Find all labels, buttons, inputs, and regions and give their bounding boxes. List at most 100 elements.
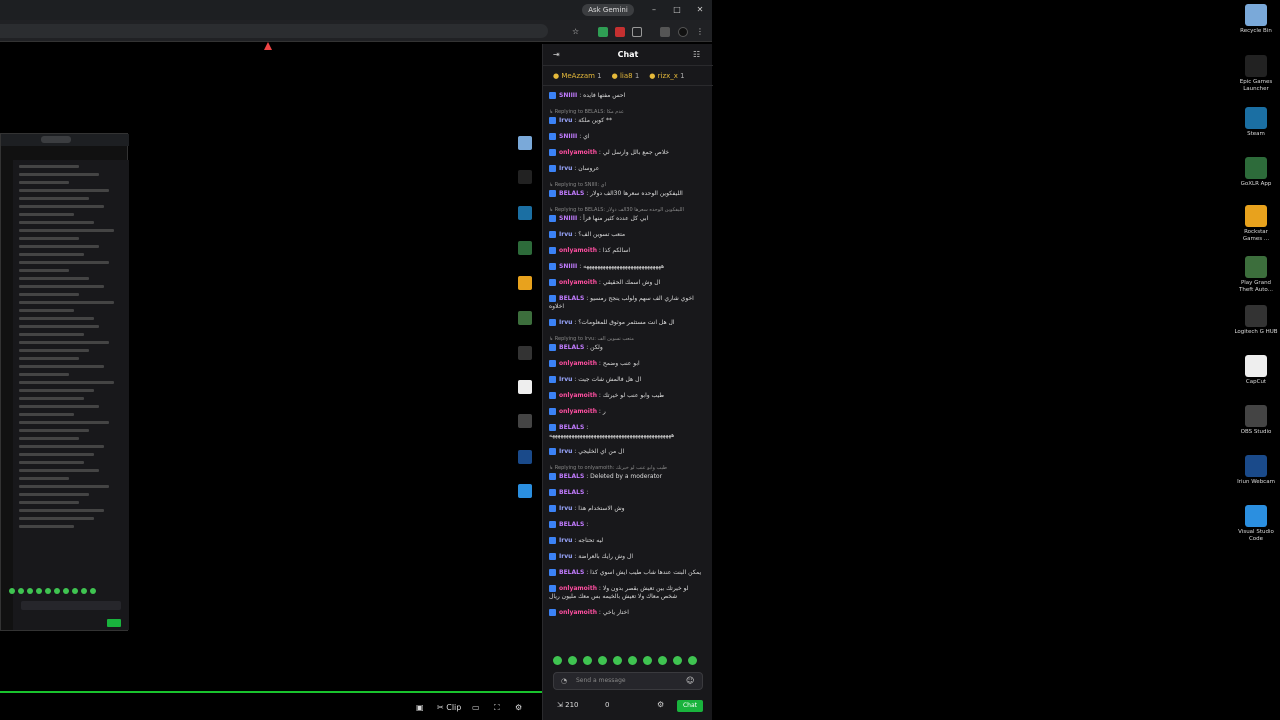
chat-users-icon[interactable]: ☷	[693, 50, 700, 59]
desktop-shortcut[interactable]: GoXLR App	[1234, 157, 1278, 188]
chat-username[interactable]: Irvu	[559, 117, 572, 124]
chat-message[interactable]: onlyamoith : اسالكم كذا	[549, 247, 705, 255]
chat-message[interactable]: Irvu : ليه تحتاجه	[549, 537, 705, 545]
chat-message[interactable]: SNIIII : اي	[549, 133, 705, 141]
chat-message[interactable]: Irvu : ال هل انت مستثمر موثوق للمعلومات؟	[549, 319, 705, 327]
emote-picker-icon[interactable]: ☺	[686, 676, 694, 685]
desktop-shortcut[interactable]: Epic Games Launcher	[1234, 55, 1278, 93]
chat-username[interactable]: BELALS	[559, 473, 584, 480]
chat-username[interactable]: SNIIII	[559, 263, 577, 270]
chat-settings-icon[interactable]: ◔	[561, 677, 567, 685]
chat-username[interactable]: BELALS	[559, 489, 584, 496]
emote-icon[interactable]	[613, 656, 622, 665]
chat-username[interactable]: Irvu	[559, 376, 572, 383]
emote-icon[interactable]	[553, 656, 562, 665]
chat-username[interactable]: onlyamoith	[559, 392, 597, 399]
desktop-shortcut[interactable]: Play Grand Theft Auto...	[1234, 256, 1278, 294]
emote-icon[interactable]	[583, 656, 592, 665]
desktop-shortcut[interactable]: Iriun Webcam	[1234, 455, 1278, 486]
chat-message[interactable]: BELALS : يمكن البنت عندها شاب طيب ايش اس…	[549, 569, 705, 577]
chat-username[interactable]: Irvu	[559, 553, 572, 560]
desktop-shortcut[interactable]: OBS Studio	[1234, 405, 1278, 436]
chat-message[interactable]: Irvu : ال وش رايك بالعراضة	[549, 553, 705, 561]
ask-gemini-button[interactable]: Ask Gemini	[582, 4, 634, 16]
chat-message[interactable]: onlyamoith : ابو عنب وضمح	[549, 360, 705, 368]
desktop-shortcut[interactable]: Steam	[1234, 107, 1278, 138]
desktop-shortcut[interactable]: Visual Studio Code	[1234, 505, 1278, 543]
desktop-shortcut[interactable]: Recycle Bin	[1234, 4, 1278, 35]
chat-username[interactable]: SNIIII	[559, 133, 577, 140]
chat-message[interactable]: Irvu : ال هل فالمش شات جيت	[549, 376, 705, 384]
pinned-user[interactable]: ● MeAzzam 1	[553, 66, 602, 86]
chat-username[interactable]: BELALS	[559, 424, 584, 431]
emote-icon[interactable]	[673, 656, 682, 665]
chat-username[interactable]: BELALS	[559, 344, 584, 351]
emote-icon[interactable]	[658, 656, 667, 665]
chat-username[interactable]: Irvu	[559, 231, 572, 238]
chat-input[interactable]: Send a message	[553, 672, 703, 690]
chat-message[interactable]: onlyamoith : ر	[549, 408, 705, 416]
chat-message[interactable]: onlyamoith : لو خيرتك بين تعيش بقصر بدون…	[549, 585, 705, 601]
chat-username[interactable]: BELALS	[559, 569, 584, 576]
chat-message[interactable]: ↳ Replying to SNIIII: اي BELALS : الليفكو…	[549, 181, 705, 198]
chat-message[interactable]: BELALS :	[549, 489, 705, 497]
bookmark-star-icon[interactable]: ☆	[572, 27, 582, 37]
clip-button[interactable]: ✂ Clip	[437, 703, 461, 712]
chat-username[interactable]: onlyamoith	[559, 585, 597, 592]
chat-username[interactable]: BELALS	[559, 295, 584, 302]
emote-icon[interactable]	[643, 656, 652, 665]
chat-message[interactable]: onlyamoith : ال وش اسمك الحقيقي	[549, 279, 705, 287]
emote-icon[interactable]	[568, 656, 577, 665]
chat-username[interactable]: Irvu	[559, 448, 572, 455]
chat-message[interactable]: BELALS : اخوي شاري الف سهم ولولب ينجح رم…	[549, 295, 705, 311]
extension-icon[interactable]	[598, 27, 608, 37]
maximize-button[interactable]: □	[671, 4, 683, 16]
address-bar[interactable]	[0, 24, 548, 38]
pinned-user[interactable]: ● lia8 1	[612, 66, 640, 86]
desktop-shortcut[interactable]: Rockstar Games ...	[1234, 205, 1278, 243]
menu-kebab-icon[interactable]: ⋮	[696, 27, 706, 37]
chat-message[interactable]: ↳ Replying to BELALS: عدم مكا Irvu : كوين…	[549, 108, 705, 125]
chat-username[interactable]: Irvu	[559, 537, 572, 544]
desktop-shortcut[interactable]: Logitech G HUB	[1234, 305, 1278, 336]
chat-message-list[interactable]: SNIIII : احس مفتها فايده ↳ Replying to BE…	[549, 92, 705, 625]
chat-message[interactable]: SNIIII : احس مفتها فايده	[549, 92, 705, 100]
channel-points[interactable]: ⇲ 210	[557, 701, 578, 709]
extensions-puzzle-icon[interactable]	[632, 27, 642, 37]
emote-icon[interactable]	[628, 656, 637, 665]
chat-message[interactable]: onlyamoith : طيب وابو عنب لو خيرتك	[549, 392, 705, 400]
chat-message[interactable]: SNIIII : ههههههههههههههههههههههههههههه	[549, 263, 705, 271]
chat-username[interactable]: SNIIII	[559, 92, 577, 99]
chat-message[interactable]: Irvu : عروسان	[549, 165, 705, 173]
chat-message[interactable]: ↳ Replying to onlyamoith: طيب وابو عنب ل…	[549, 464, 705, 481]
chat-message[interactable]: onlyamoith : خلاص جمع بالل وارسل لي	[549, 149, 705, 157]
minimize-button[interactable]: –	[648, 4, 660, 16]
extension-red-icon[interactable]	[615, 27, 625, 37]
chat-settings-gear-icon[interactable]: ⚙	[657, 700, 664, 709]
chat-username[interactable]: Irvu	[559, 505, 572, 512]
chat-username[interactable]: onlyamoith	[559, 360, 597, 367]
chat-message[interactable]: Irvu : ال من اي الخليجي	[549, 448, 705, 456]
chat-message[interactable]: onlyamoith : اختار ياخي	[549, 609, 705, 617]
desktop-shortcut[interactable]: CapCut	[1234, 355, 1278, 386]
chat-send-button[interactable]: Chat	[677, 700, 703, 712]
close-button[interactable]: ✕	[694, 4, 706, 16]
chat-username[interactable]: onlyamoith	[559, 279, 597, 286]
emote-icon[interactable]	[598, 656, 607, 665]
emote-icon[interactable]	[688, 656, 697, 665]
theatre-mode-icon[interactable]: ▣	[416, 703, 424, 712]
profile-switch-icon[interactable]	[660, 27, 670, 37]
chat-username[interactable]: Irvu	[559, 165, 572, 172]
chat-username[interactable]: onlyamoith	[559, 247, 597, 254]
chat-username[interactable]: Irvu	[559, 319, 572, 326]
chat-username[interactable]: SNIIII	[559, 215, 577, 222]
chat-message[interactable]: BELALS : ههههههههههههههههههههههههههههههه…	[549, 424, 705, 440]
chat-username[interactable]: BELALS	[559, 190, 584, 197]
settings-gear-icon[interactable]: ⚙	[515, 703, 522, 712]
chat-message[interactable]: Irvu : وش الاستخدام هذا	[549, 505, 705, 513]
chat-message[interactable]: ↳ Replying to BELALS: الليفكوين الوحده س…	[549, 206, 705, 223]
fullscreen-icon[interactable]: ⛶	[494, 703, 500, 713]
profile-avatar[interactable]	[678, 27, 688, 37]
pinned-user[interactable]: ● rizx_x 1	[649, 66, 684, 86]
chat-username[interactable]: onlyamoith	[559, 609, 597, 616]
